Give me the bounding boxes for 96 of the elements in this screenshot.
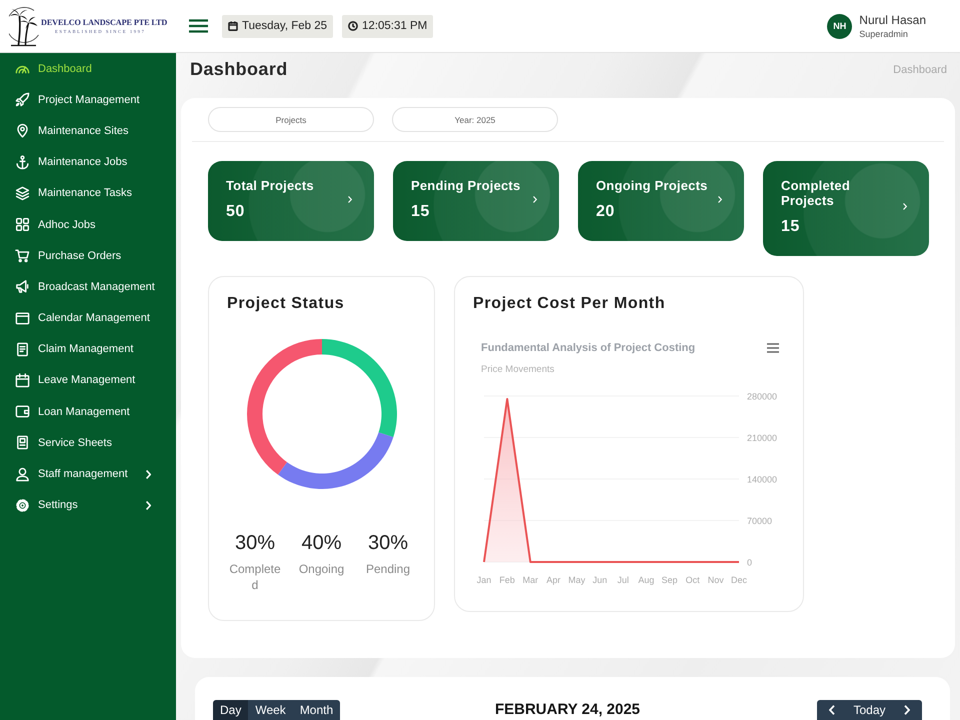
legend-value: 30%: [368, 530, 408, 554]
sidebar-item[interactable]: Loan Management: [0, 396, 176, 428]
y-axis-label: 280000: [747, 391, 778, 401]
x-axis-label: Sep: [661, 574, 678, 584]
stat-title: Completed Projects: [781, 178, 851, 208]
sidebar-item[interactable]: Claim Management: [0, 334, 176, 365]
user-avatar[interactable]: NH: [827, 14, 852, 38]
legend-label: Ongoing: [298, 560, 346, 576]
cart-icon: [15, 248, 30, 264]
stat-title: Total Projects: [226, 178, 314, 194]
stat-card[interactable]: Ongoing Projects 20: [578, 161, 744, 241]
page-title: Dashboard: [190, 59, 288, 80]
user-name: Nurul Hasan: [859, 13, 926, 27]
x-axis-label: Jun: [592, 574, 608, 584]
calendar-icon: [15, 372, 30, 388]
sidebar-item[interactable]: Staff management: [0, 458, 176, 490]
y-axis-label: 140000: [747, 474, 778, 484]
chart-title: Fundamental Analysis of Project Costing: [481, 340, 696, 356]
x-axis-label: Aug: [638, 574, 654, 584]
view-toggle-button[interactable]: Day: [213, 700, 248, 720]
sidebar-item[interactable]: Maintenance Tasks: [0, 178, 176, 209]
anchor-icon: [15, 154, 30, 170]
stat-title: Ongoing Projects: [596, 178, 708, 194]
view-toggle-button[interactable]: Week: [248, 700, 293, 720]
stat-value: 50: [226, 202, 245, 221]
sidebar-item[interactable]: Leave Management: [0, 364, 176, 396]
stat-value: 15: [411, 202, 430, 221]
grid-icon: [15, 217, 30, 232]
sheet-icon: [15, 435, 30, 450]
x-axis-label: Nov: [708, 574, 724, 584]
legend-label: Pending: [364, 560, 412, 576]
filter-select[interactable]: Year: 2025: [392, 107, 558, 132]
settings-icon: [15, 498, 30, 513]
date-text: Tuesday, Feb 25: [242, 20, 328, 32]
y-axis-label: 0: [747, 557, 752, 567]
sidebar-item[interactable]: Settings: [0, 490, 176, 521]
x-axis-label: Oct: [686, 574, 700, 584]
calendar-title: FEBRUARY 24, 2025: [494, 700, 640, 720]
filter-select[interactable]: Projects: [208, 107, 374, 132]
chevron-right-icon: [903, 203, 907, 210]
sidebar-item[interactable]: Adhoc Jobs: [0, 208, 176, 240]
chevron-right-icon: [348, 196, 352, 203]
palm-tree-icon: [9, 5, 40, 47]
layers-icon: [15, 186, 30, 201]
y-axis-label: 70000: [747, 516, 772, 526]
chart-subtitle: Price Movements: [480, 362, 556, 376]
sidebar-item[interactable]: Maintenance Jobs: [0, 146, 176, 178]
x-axis-label: Mar: [522, 574, 538, 584]
document-icon: [15, 342, 30, 357]
megaphone-icon: [15, 279, 30, 294]
x-axis-label: May: [568, 574, 586, 584]
sidebar-item[interactable]: Dashboard: [0, 53, 176, 84]
time-text: 12:05:31 PM: [362, 20, 428, 32]
stat-value: 20: [596, 202, 615, 221]
stat-card[interactable]: Completed Projects 15: [763, 161, 929, 256]
legend-value: 40%: [301, 530, 342, 554]
rocket-icon: [15, 92, 30, 108]
today-button[interactable]: Today: [847, 700, 892, 720]
chevron-right-icon: [904, 704, 910, 714]
browser-window-icon: [15, 310, 30, 326]
calendar-icon: [228, 21, 238, 31]
map-pin-icon: [15, 123, 30, 138]
company-name: DEVELCO LANDSCAPE PTE LTD: [41, 18, 168, 27]
card-title: Project Cost Per Month: [473, 294, 666, 314]
sidebar-item[interactable]: Project Management: [0, 84, 176, 116]
card-title: Project Status: [227, 294, 346, 314]
wallet-icon: [15, 404, 30, 420]
breadcrumb: Dashboard: [893, 64, 947, 76]
legend-label: Completed: [228, 560, 282, 592]
sidebar-item[interactable]: Calendar Management: [0, 302, 176, 334]
chevron-left-icon: [829, 704, 835, 714]
x-axis-label: Jan: [476, 574, 492, 584]
view-toggle-button[interactable]: Month: [292, 700, 340, 720]
stat-card[interactable]: Pending Projects 15: [393, 161, 559, 241]
stat-title: Pending Projects: [411, 178, 520, 194]
x-axis-label: Dec: [731, 574, 747, 584]
clock-icon: [348, 21, 358, 31]
sidebar-item[interactable]: Broadcast Management: [0, 271, 176, 302]
x-axis-label: Feb: [499, 574, 515, 584]
stat-value: 15: [781, 218, 800, 236]
x-axis-label: Jul: [617, 574, 629, 584]
sidebar-item[interactable]: Purchase Orders: [0, 240, 176, 272]
y-axis-label: 210000: [747, 432, 778, 442]
user-role: Superadmin: [859, 29, 909, 39]
stat-card[interactable]: Total Projects 50: [208, 161, 374, 241]
chevron-right-icon: [718, 196, 722, 203]
chevron-right-icon: [533, 196, 537, 203]
sidebar-item[interactable]: Service Sheets: [0, 427, 176, 458]
user-icon: [15, 466, 30, 482]
sidebar-item[interactable]: Maintenance Sites: [0, 115, 176, 147]
x-axis-label: Apr: [546, 574, 561, 584]
menu-icon[interactable]: [189, 19, 208, 33]
legend-value: 30%: [234, 530, 276, 554]
menu-icon[interactable]: [767, 342, 779, 352]
next-button[interactable]: [892, 700, 922, 720]
previous-button[interactable]: [817, 700, 847, 720]
